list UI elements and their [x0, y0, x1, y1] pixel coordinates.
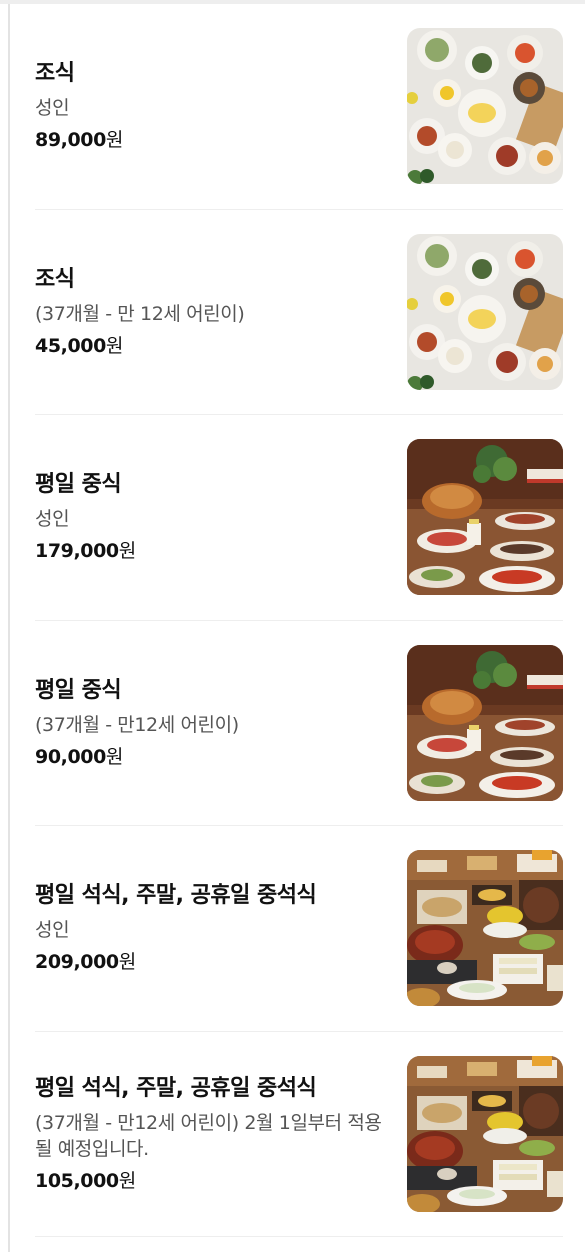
menu-item-subtitle: (37개월 - 만 12세 어린이): [35, 302, 245, 325]
menu-item-price: 89,000원: [35, 127, 387, 153]
menu-item-text: 평일 석식, 주말, 공휴일 중석식 (37개월 - 만12세 어린이) 2월 …: [35, 1074, 407, 1194]
menu-item-price: 90,000원: [35, 744, 387, 770]
price-number: 90,000: [35, 745, 106, 768]
price-unit: 원: [118, 540, 136, 563]
menu-item-text: 평일 중식 성인 179,000원: [35, 470, 407, 564]
menu-price-list: 조식 성인 89,000원 조식 (37개월 - 만 12세 어린이) 45,0…: [35, 4, 563, 1237]
breakfast-buffet-photo: [407, 233, 563, 390]
price-unit: 원: [105, 745, 124, 768]
menu-item-title: 조식: [35, 266, 75, 292]
menu-item-dinner-weekend-adult[interactable]: 평일 석식, 주말, 공휴일 중석식 성인 209,000원: [35, 826, 563, 1032]
menu-item-weekday-lunch-adult[interactable]: 평일 중식 성인 179,000원: [35, 415, 563, 621]
price-unit: 원: [118, 1169, 136, 1192]
menu-item-text: 평일 석식, 주말, 공휴일 중석식 성인 209,000원: [35, 881, 407, 975]
lunch-buffet-photo: [407, 644, 563, 801]
menu-item-title: 평일 중식: [35, 677, 122, 703]
menu-item-text: 평일 중식 (37개월 - 만12세 어린이) 90,000원: [35, 676, 407, 770]
menu-item-title: 평일 중식: [35, 472, 122, 498]
price-number: 179,000: [35, 540, 119, 563]
menu-item-text: 조식 (37개월 - 만 12세 어린이) 45,000원: [35, 265, 407, 359]
menu-item-title: 평일 석식, 주말, 공휴일 중석식: [35, 1075, 317, 1101]
price-number: 89,000: [35, 129, 106, 152]
menu-item-price: 179,000원: [35, 538, 387, 564]
price-number: 45,000: [35, 334, 106, 357]
price-unit: 원: [105, 129, 124, 152]
price-unit: 원: [118, 951, 136, 974]
menu-item-subtitle: 성인: [35, 508, 70, 531]
menu-item-title: 평일 석식, 주말, 공휴일 중석식: [35, 883, 317, 909]
dinner-buffet-photo: [407, 850, 563, 1007]
left-edge-rule: [8, 4, 10, 1252]
menu-item-subtitle: (37개월 - 만12세 어린이) 2월 1일부터 적용될 예정입니다.: [35, 1111, 382, 1160]
menu-item-title: 조식: [35, 61, 75, 87]
price-unit: 원: [105, 334, 124, 357]
menu-item-subtitle: 성인: [35, 919, 70, 942]
menu-item-price: 209,000원: [35, 949, 387, 975]
menu-item-weekday-lunch-child[interactable]: 평일 중식 (37개월 - 만12세 어린이) 90,000원: [35, 621, 563, 826]
menu-item-subtitle: 성인: [35, 97, 70, 120]
menu-item-text: 조식 성인 89,000원: [35, 59, 407, 153]
lunch-buffet-photo: [407, 439, 563, 596]
menu-item-price: 45,000원: [35, 333, 387, 359]
menu-item-breakfast-adult[interactable]: 조식 성인 89,000원: [35, 4, 563, 210]
menu-item-subtitle: (37개월 - 만12세 어린이): [35, 713, 239, 736]
menu-item-breakfast-child[interactable]: 조식 (37개월 - 만 12세 어린이) 45,000원: [35, 210, 563, 415]
breakfast-buffet-photo: [407, 28, 563, 185]
price-number: 209,000: [35, 951, 119, 974]
dinner-buffet-photo: [407, 1055, 563, 1212]
menu-item-price: 105,000원: [35, 1168, 387, 1194]
price-number: 105,000: [35, 1169, 119, 1192]
menu-item-dinner-weekend-child[interactable]: 평일 석식, 주말, 공휴일 중석식 (37개월 - 만12세 어린이) 2월 …: [35, 1032, 563, 1237]
